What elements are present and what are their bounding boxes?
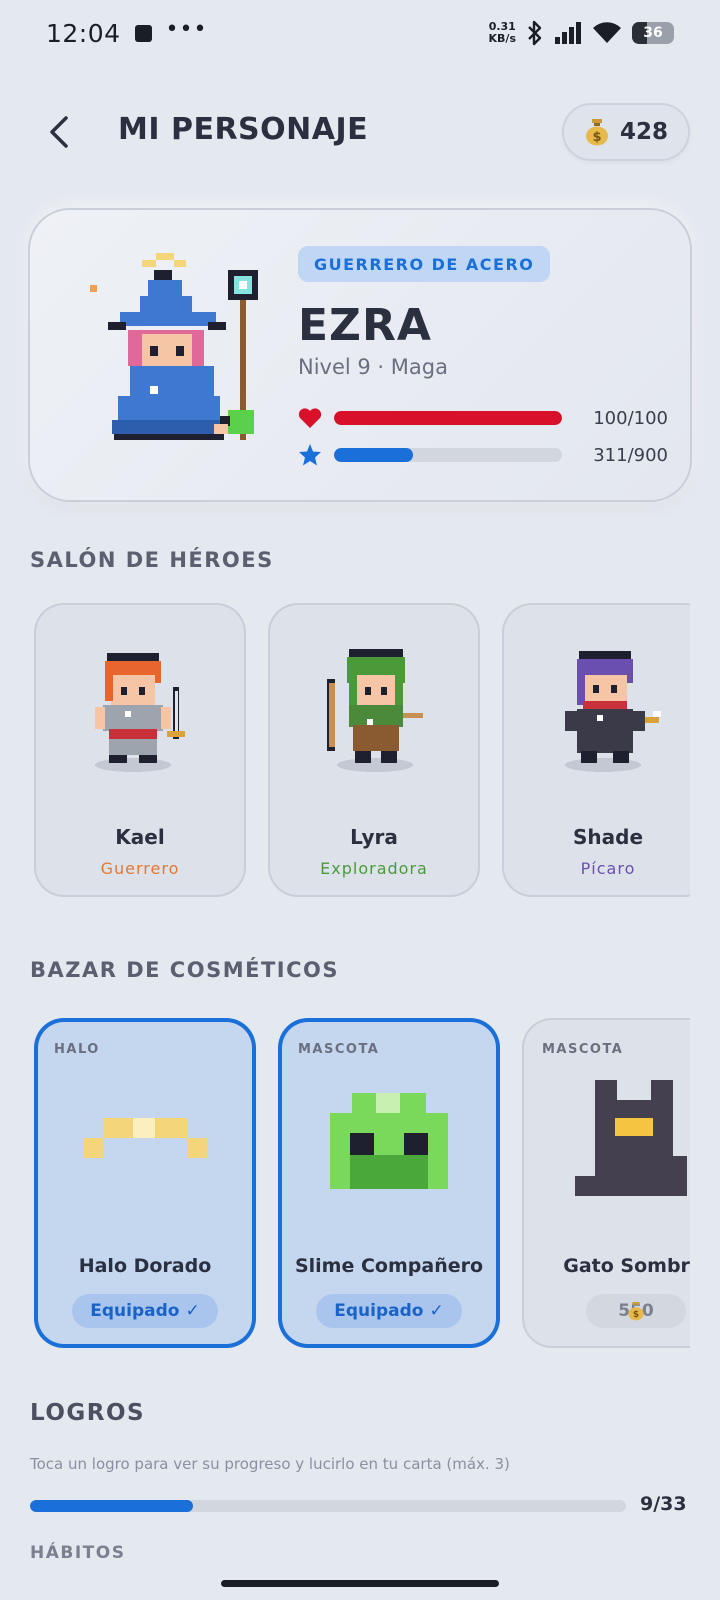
golden-halo-icon: [83, 1118, 207, 1158]
section-title-heroes: SALÓN DE HÉROES: [30, 548, 274, 572]
shadow-cat-icon: [575, 1080, 687, 1196]
hero-class: Exploradora: [320, 859, 428, 878]
cosmetic-type: HALO: [54, 1042, 100, 1057]
coin-count: 428: [619, 119, 668, 145]
hero-card-shade[interactable]: Shade Pícaro: [502, 603, 690, 897]
svg-text:$: $: [592, 130, 601, 145]
hero-card-kael[interactable]: Kael Guerrero: [34, 603, 246, 897]
character-name: EZRA: [298, 300, 432, 351]
page-title: MI PERSONAJE: [118, 112, 369, 147]
status-bar: 12:04 ••• 0.31 KB/s 36: [0, 0, 720, 66]
cosmetic-name: Gato Sombra: [563, 1255, 690, 1277]
heart-icon: [298, 408, 322, 428]
star-icon: [299, 444, 321, 466]
character-card[interactable]: GUERRERO DE ACERO EZRA Nivel 9 · Maga 10…: [30, 210, 690, 500]
battery-icon: 36: [632, 22, 674, 44]
achievements-progress-fill: [30, 1500, 193, 1512]
network-speed: 0.31 KB/s: [488, 20, 516, 45]
header: MI PERSONAJE $ 428: [0, 100, 720, 164]
cosmetic-card-cat[interactable]: MASCOTA Gato Sombra $ 550: [522, 1018, 690, 1348]
experience-bar-fill: [334, 448, 413, 462]
wizard-sprite: [90, 253, 258, 440]
title-badge: GUERRERO DE ACERO: [298, 246, 551, 282]
recording-icon: [134, 24, 152, 42]
bluetooth-icon: [528, 20, 542, 46]
cosmetic-type: MASCOTA: [298, 1042, 380, 1057]
health-bar-fill: [334, 411, 562, 425]
back-arrow-icon[interactable]: [40, 110, 84, 154]
equipped-badge[interactable]: Equipado ✓: [72, 1294, 218, 1328]
hero-name: Kael: [115, 825, 165, 849]
hero-class: Guerrero: [100, 859, 180, 878]
health-bar: [334, 411, 562, 425]
cosmetic-name: Slime Compañero: [294, 1255, 484, 1277]
achievements-progress-bar: [30, 1500, 626, 1512]
section-title-habits: HÁBITOS: [30, 1543, 126, 1563]
money-bag-icon: $: [585, 119, 608, 146]
cosmetic-type: MASCOTA: [542, 1042, 624, 1057]
more-notifications-icon: •••: [165, 16, 208, 42]
health-stat: 100/100: [298, 405, 668, 431]
cosmetic-card-slime[interactable]: MASCOTA Slime Compañero Equipado ✓: [278, 1018, 500, 1348]
health-value: 100/100: [593, 407, 668, 429]
experience-bar: [334, 448, 562, 462]
equipped-badge[interactable]: Equipado ✓: [316, 1294, 462, 1328]
cosmetic-name: Halo Dorado: [78, 1255, 212, 1277]
check-icon: ✓: [185, 1301, 200, 1321]
experience-value: 311/900: [593, 444, 668, 466]
check-icon: ✓: [429, 1301, 444, 1321]
rogue-sprite: [565, 651, 661, 772]
section-title-achievements: LOGROS: [30, 1400, 146, 1426]
warrior-sprite: [95, 653, 185, 772]
home-indicator[interactable]: [221, 1580, 499, 1587]
cosmetics-carousel[interactable]: HALO Halo Dorado Equipado ✓ MASCOTA Slim…: [0, 1015, 690, 1355]
price-badge[interactable]: $ 550: [586, 1294, 686, 1328]
cosmetic-card-halo[interactable]: HALO Halo Dorado Equipado ✓: [34, 1018, 256, 1348]
hero-card-lyra[interactable]: Lyra Exploradora: [268, 603, 480, 897]
hero-name: Lyra: [350, 825, 398, 849]
money-bag-icon: $: [628, 1302, 644, 1321]
signal-icon: [555, 22, 581, 44]
coin-balance[interactable]: $ 428: [562, 103, 690, 161]
achievements-description: Toca un logro para ver su progreso y luc…: [30, 1455, 510, 1473]
hero-carousel[interactable]: Kael Guerrero Lyra Exploradora Shade Píc…: [0, 600, 690, 900]
character-level-class: Nivel 9 · Maga: [298, 355, 448, 379]
slime-pet-icon: [330, 1093, 448, 1189]
achievements-count: 9/33: [640, 1493, 687, 1515]
hero-class: Pícaro: [580, 859, 636, 878]
ranger-sprite: [327, 649, 423, 772]
section-title-bazaar: BAZAR DE COSMÉTICOS: [30, 958, 339, 982]
svg-text:$: $: [633, 1310, 639, 1320]
wifi-icon: [593, 22, 621, 43]
experience-stat: 311/900: [298, 442, 668, 468]
hero-name: Shade: [572, 825, 644, 849]
clock: 12:04: [46, 18, 121, 48]
